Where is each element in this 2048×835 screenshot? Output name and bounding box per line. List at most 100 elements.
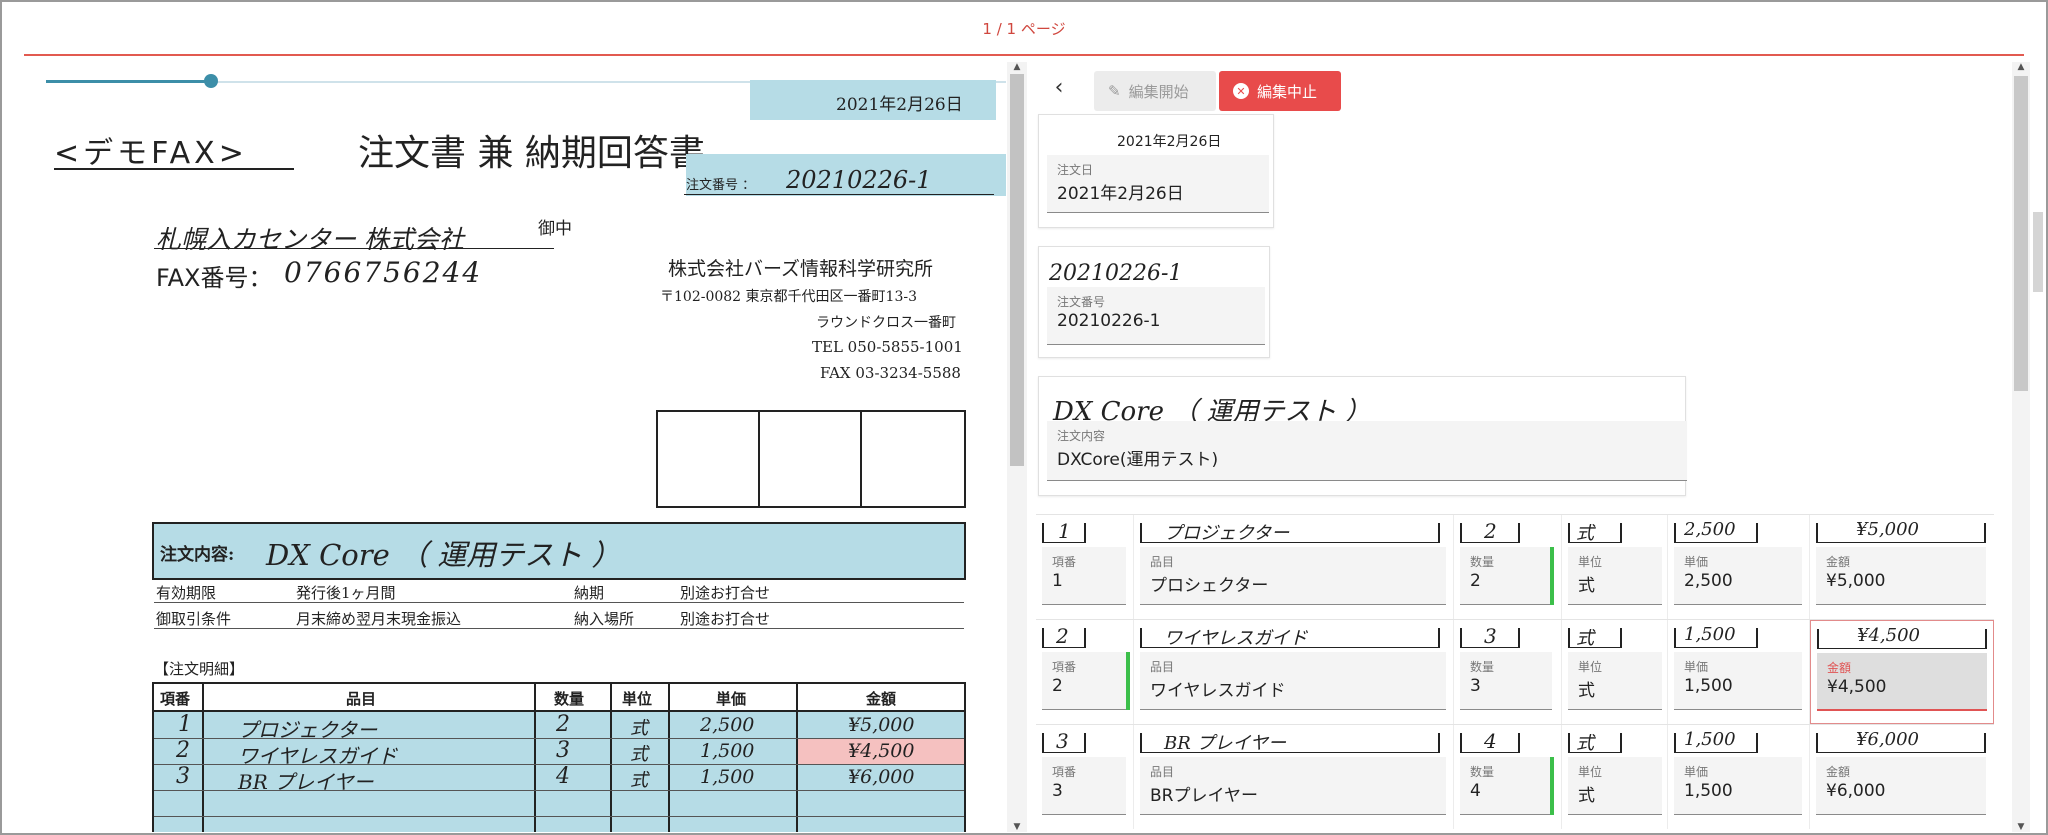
col-header-price: 単価	[716, 690, 747, 708]
row3-qty-value: 4	[1470, 781, 1481, 801]
order-date-card: 2021年2月26日 注文日 2021年2月26日	[1038, 114, 1274, 228]
brand-underline	[54, 168, 294, 170]
valid-indicator	[1126, 652, 1130, 710]
row3-unit-snippet: 式	[1576, 733, 1594, 754]
place-value: 別途お打合せ	[680, 610, 771, 628]
cell-amount: ¥6,000 金額 ¥6,000	[1810, 725, 1994, 829]
recipient-underline	[154, 248, 554, 249]
page-scroll-thumb[interactable]	[2033, 212, 2043, 292]
row1-no: 1	[178, 712, 192, 737]
scroll-up-icon[interactable]: ▲	[2012, 62, 2030, 72]
row1-item-snippet: プロジェクター	[1164, 523, 1290, 544]
order-date-label: 注文日	[1057, 163, 1094, 177]
document-scroll-thumb[interactable]	[1010, 74, 1024, 466]
col-header-amount: 金額	[866, 690, 897, 708]
row3-item-field[interactable]: 品目 BRプレイヤー	[1140, 757, 1446, 815]
scroll-up-icon[interactable]: ▲	[1007, 62, 1027, 72]
row2-amount-label: 金額	[1827, 661, 1852, 675]
row3-price-label: 単価	[1684, 765, 1709, 779]
row1-amount: ¥5,000	[848, 714, 915, 736]
cell-qty: 3 数量 3	[1454, 620, 1562, 724]
row3-no-field[interactable]: 項番 3	[1042, 757, 1126, 815]
row1-qty-field[interactable]: 数量 2	[1460, 547, 1552, 605]
scroll-down-icon[interactable]: ▼	[1007, 822, 1027, 832]
order-no-label: 注文番号 ：	[686, 178, 756, 193]
edit-stop-label: 編集中止	[1257, 82, 1318, 101]
row1-amount-field[interactable]: 金額 ¥5,000	[1816, 547, 1986, 605]
row1-item-value: プロシェクター	[1150, 576, 1269, 596]
row2-unit-snippet: 式	[1576, 628, 1594, 649]
row1-price-field[interactable]: 単価 2,500	[1674, 547, 1802, 605]
fax-image-viewer[interactable]: 2021年2月26日 <デモFAX> 注文書 兼 納期回答書 注文番号 ： 20…	[26, 62, 1006, 832]
row3-unit-field[interactable]: 単位 式	[1568, 757, 1662, 815]
order-number-field[interactable]: 注文番号 20210226-1	[1047, 287, 1265, 345]
row1-unit-field[interactable]: 単位 式	[1568, 547, 1662, 605]
order-date-field[interactable]: 注文日 2021年2月26日	[1047, 155, 1269, 213]
order-content-value: DXCore(運用テスト)	[1057, 450, 1219, 470]
row2-amount-value: ¥4,500	[1827, 677, 1887, 697]
row3-item: BR プレイヤー	[238, 770, 374, 794]
row1-no-field[interactable]: 項番 1	[1042, 547, 1126, 605]
row3-unit-label: 単位	[1578, 765, 1603, 779]
scroll-down-icon[interactable]: ▼	[2012, 822, 2030, 832]
cell-amount-selected: ¥4,500 金額 ¥4,500	[1810, 620, 1994, 724]
form-scrollbar[interactable]: ▲ ▼	[2012, 62, 2030, 832]
sender-company: 株式会社バーズ情報科学研究所	[668, 258, 934, 280]
row3-qty-snippet: 4	[1484, 729, 1497, 753]
row1-unit: 式	[630, 718, 648, 739]
row2-price-snippet: 1,500	[1684, 624, 1736, 645]
col-header-no: 項番	[160, 690, 191, 708]
chevron-left-icon[interactable]: ‹	[1044, 72, 1074, 102]
row2-qty-field[interactable]: 数量 3	[1460, 652, 1552, 710]
fax-date: 2021年2月26日	[836, 95, 963, 115]
row1-no-label: 項番	[1052, 555, 1077, 569]
rule-2	[154, 628, 964, 629]
row3-amount-value: ¥6,000	[1826, 781, 1886, 801]
row3-amount-field[interactable]: 金額 ¥6,000	[1816, 757, 1986, 815]
valid-value: 発行後1ヶ月間	[296, 584, 396, 602]
row1-item: プロジェクター	[238, 718, 378, 742]
row2-price-field[interactable]: 単価 1,500	[1674, 652, 1802, 710]
sender-address1: 〒102-0082 東京都千代田区一番町13-3	[660, 289, 917, 305]
form-editor: ‹ ✎ 編集開始 ✕ 編集中止 2021年2月26日 注文日 2021年2月26…	[1030, 62, 2010, 832]
col-divider-3	[610, 682, 612, 832]
row2-unit-value: 式	[1578, 681, 1595, 701]
order-no-handwritten: 20210226-1	[786, 166, 932, 194]
edit-start-button[interactable]: ✎ 編集開始	[1094, 71, 1216, 111]
cell-amount: ¥5,000 金額 ¥5,000	[1810, 515, 1994, 619]
valid-label: 有効期限	[156, 584, 217, 602]
col-divider-5	[796, 682, 798, 832]
row1-price-value: 2,500	[1684, 571, 1733, 591]
row2-no: 2	[176, 738, 190, 763]
cell-qty: 2 数量 2	[1454, 515, 1562, 619]
row3-price-field[interactable]: 単価 1,500	[1674, 757, 1802, 815]
col-header-qty: 数量	[554, 690, 585, 708]
row2-unit-field[interactable]: 単位 式	[1568, 652, 1662, 710]
row2-amount-field[interactable]: 金額 ¥4,500	[1817, 653, 1987, 711]
form-scroll-thumb[interactable]	[2014, 76, 2028, 391]
row1-qty-label: 数量	[1470, 555, 1495, 569]
row1-no-value: 1	[1052, 571, 1063, 591]
content-label: 注文内容:	[160, 545, 235, 565]
order-content-field[interactable]: 注文内容 DXCore(運用テスト)	[1047, 421, 1687, 481]
order-number-value: 20210226-1	[1057, 311, 1161, 331]
cell-no: 2 項番 2	[1036, 620, 1134, 724]
row2-qty: 3	[556, 738, 570, 763]
due-label: 納期	[574, 584, 605, 602]
row3-no-value: 3	[1052, 781, 1063, 801]
row2-item: ワイヤレスガイド	[238, 744, 398, 768]
doc-progress-handle[interactable]	[204, 74, 218, 88]
page-scrollbar[interactable]	[2030, 62, 2046, 762]
row3-qty-field[interactable]: 数量 4	[1460, 757, 1552, 815]
row2-item-field[interactable]: 品目 ワイヤレスガイド	[1140, 652, 1446, 710]
document-scrollbar[interactable]: ▲ ▼	[1007, 62, 1027, 832]
row2-unit-label: 単位	[1578, 660, 1603, 674]
edit-stop-button[interactable]: ✕ 編集中止	[1219, 71, 1341, 111]
sender-fax: FAX 03-3234-5588	[820, 364, 961, 382]
row2-item-value: ワイヤレスガイド	[1150, 681, 1286, 701]
line-item-row-1: 1 項番 1 プロジェクター 品目 プロシェクター 2 数量 2 式 単位 式 …	[1036, 514, 1994, 619]
row2-no-field[interactable]: 項番 2	[1042, 652, 1126, 710]
row1-item-label: 品目	[1150, 555, 1175, 569]
row1-item-field[interactable]: 品目 プロシェクター	[1140, 547, 1446, 605]
order-content-label: 注文内容	[1057, 429, 1106, 443]
